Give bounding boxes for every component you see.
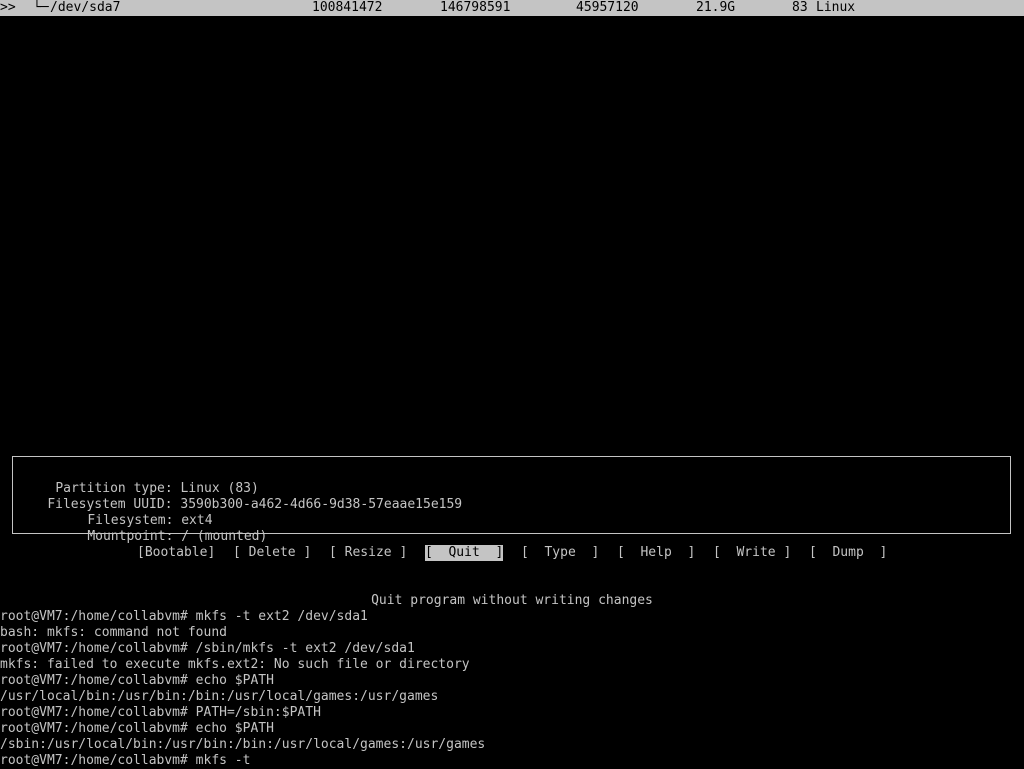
dump-button[interactable]: [ Dump ] <box>809 545 887 561</box>
partition-id: 83 <box>792 0 808 15</box>
terminal-line: root@VM7:/home/collabvm# echo $PATH <box>0 673 274 688</box>
write-button[interactable]: [ Write ] <box>713 545 791 561</box>
quit-button[interactable]: [ Quit ] <box>425 545 504 561</box>
help-button[interactable]: [ Help ] <box>617 545 695 561</box>
partition-device: /dev/sda7 <box>50 0 121 15</box>
bootable-button[interactable]: [Bootable] <box>137 545 215 561</box>
terminal-prompt-line[interactable]: root@VM7:/home/collabvm# mkfs -t <box>0 753 1024 769</box>
mountpoint-label: Mountpoint: <box>87 529 174 544</box>
terminal-line: /sbin:/usr/local/bin:/usr/bin:/bin:/usr/… <box>0 737 486 752</box>
menu-hint: Quit program without writing changes <box>371 593 653 608</box>
terminal-line: root@VM7:/home/collabvm# mkfs -t ext2 /d… <box>0 609 368 624</box>
type-button[interactable]: [ Type ] <box>521 545 599 561</box>
terminal-line: /usr/local/bin:/usr/bin:/bin:/usr/local/… <box>0 689 439 704</box>
action-menu: [Bootable] [ Delete ] [ Resize ] [ Quit … <box>0 545 1024 561</box>
terminal-line: mkfs: failed to execute mkfs.ext2: No su… <box>0 657 470 672</box>
partition-info-box: Partition type: Linux (83) Filesystem UU… <box>12 456 1011 544</box>
terminal-line: root@VM7:/home/collabvm# echo $PATH <box>0 721 274 736</box>
mountpoint-value: / (mounted) <box>181 529 268 544</box>
partition-size: 21.9G <box>696 0 736 15</box>
terminal-line: bash: mkfs: command not found <box>0 625 227 640</box>
partition-end: 146798591 <box>440 0 511 15</box>
uuid-value: 3590b300-a462-4d66-9d38-57eaae15e159 <box>180 497 463 512</box>
resize-button[interactable]: [ Resize ] <box>329 545 407 561</box>
terminal-line: root@VM7:/home/collabvm# /sbin/mkfs -t e… <box>0 641 415 656</box>
terminal-line: root@VM7:/home/collabvm# PATH=/sbin:$PAT… <box>0 705 321 720</box>
row-selector-marker: >> <box>0 0 16 15</box>
partition-row-selected[interactable]: >> └─ /dev/sda7 100841472 146798591 4595… <box>0 0 1024 16</box>
partition-sectors: 45957120 <box>576 0 639 15</box>
terminal-output[interactable]: root@VM7:/home/collabvm# mkfs -t ext2 /d… <box>0 609 1024 769</box>
tree-branch: └─ <box>33 0 49 15</box>
partition-type: Linux <box>816 0 856 15</box>
partition-start: 100841472 <box>312 0 383 15</box>
delete-button[interactable]: [ Delete ] <box>233 545 311 561</box>
